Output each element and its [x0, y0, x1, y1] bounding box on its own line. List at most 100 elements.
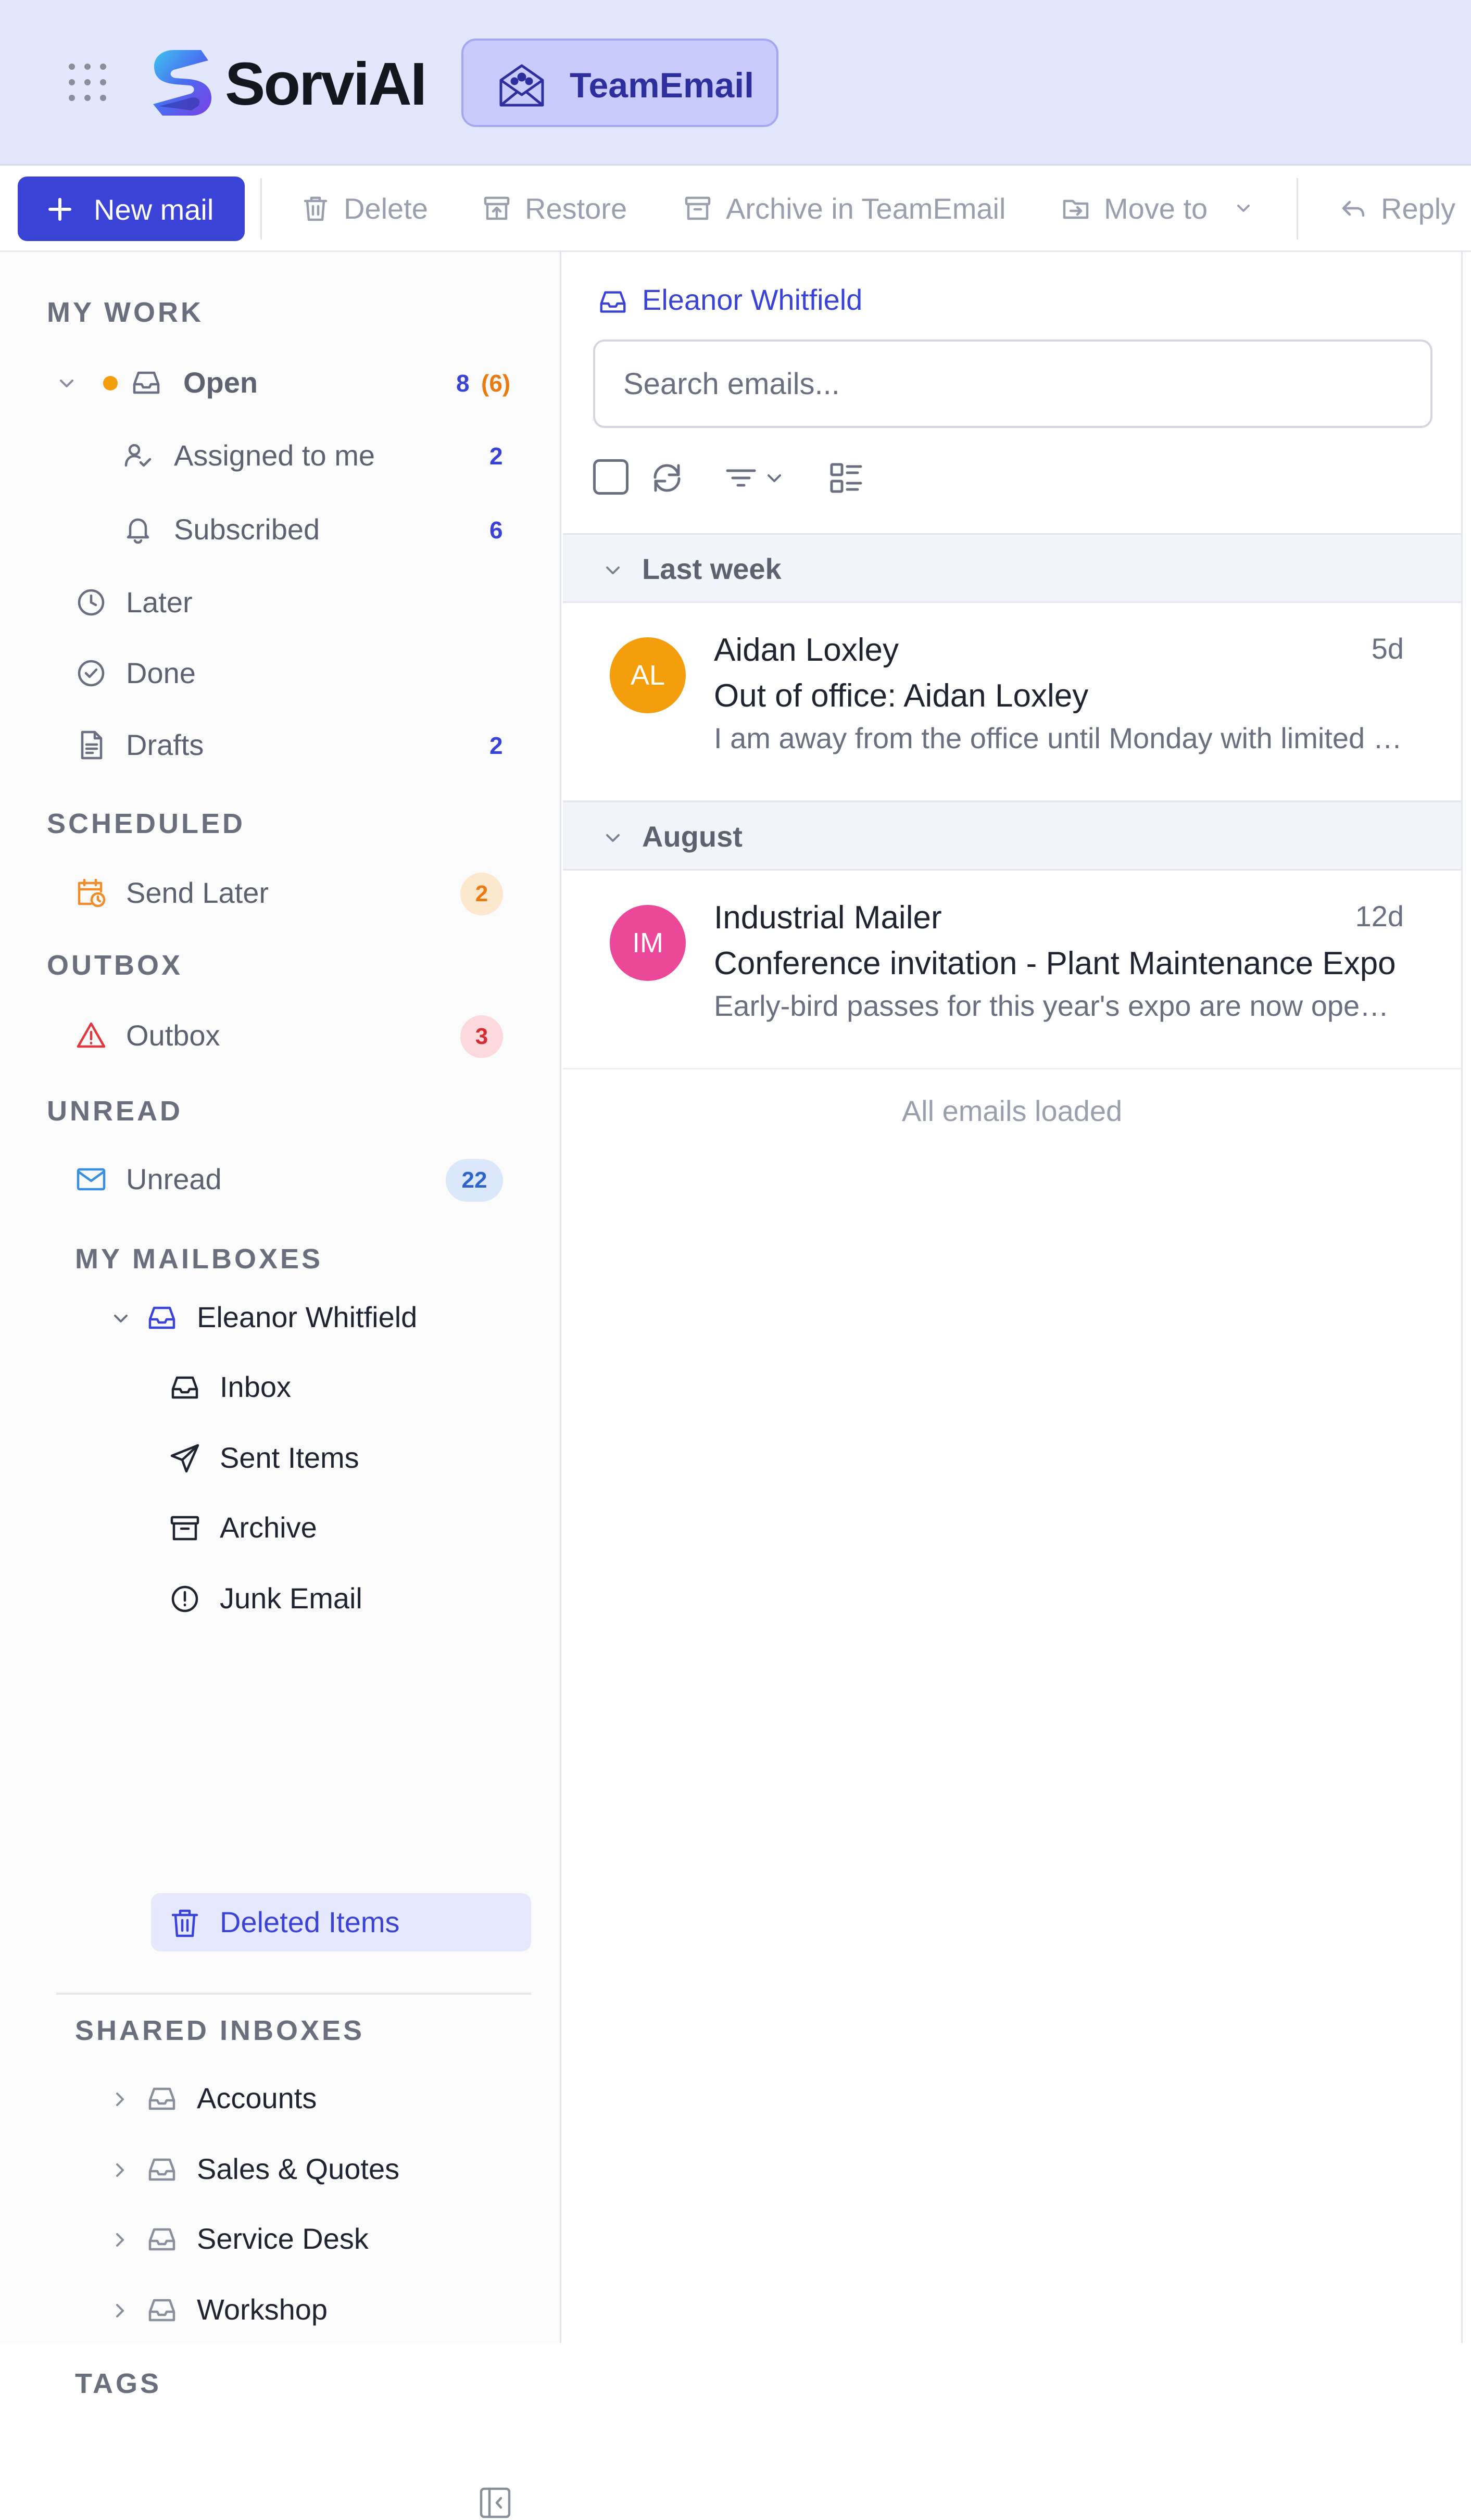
sidebar-item-label: Open: [183, 366, 258, 399]
restore-button[interactable]: Restore: [482, 186, 638, 231]
folder-sent-items[interactable]: Sent Items: [151, 1429, 531, 1487]
view-layout-icon[interactable]: [827, 459, 865, 497]
folder-inbox[interactable]: Inbox: [151, 1358, 531, 1416]
section-heading-unread: UNREAD: [47, 1095, 183, 1127]
warning-triangle-icon: [75, 1019, 107, 1052]
email-preview: Early-bird passes for this year's expo a…: [714, 989, 1404, 1022]
chevron-down-icon[interactable]: [55, 372, 78, 395]
reply-icon: [1338, 194, 1367, 223]
restore-icon: [482, 194, 511, 223]
sidebar-item-label: Unread: [126, 1163, 222, 1195]
filter-icon[interactable]: [722, 459, 760, 497]
teamemail-app-switch[interactable]: TeamEmail: [461, 39, 778, 127]
sidebar-item-assigned-to-me[interactable]: Assigned to me 2: [0, 427, 542, 484]
chevron-right-icon[interactable]: [108, 2159, 131, 2182]
section-heading-tags: TAGS: [75, 2368, 161, 2399]
section-heading-my-mailboxes: MY MAILBOXES: [75, 1243, 323, 1275]
email-subject: Out of office: Aidan Loxley: [714, 678, 1089, 714]
sidebar-item-label: Outbox: [126, 1019, 220, 1052]
new-mail-label: New mail: [94, 193, 214, 226]
chevron-down-icon: [601, 559, 624, 582]
chevron-right-icon[interactable]: [108, 2299, 131, 2322]
refresh-icon[interactable]: [648, 459, 686, 497]
sidebar-item-subscribed[interactable]: Subscribed 6: [0, 501, 542, 558]
reply-label: Reply: [1381, 192, 1456, 225]
new-mail-button[interactable]: New mail: [18, 177, 245, 241]
move-folder-icon: [1061, 194, 1090, 223]
group-header-last-week[interactable]: Last week: [563, 533, 1461, 603]
mailbox-eleanor-whitfield[interactable]: Eleanor Whitfield: [0, 1288, 542, 1346]
collapse-sidebar-icon[interactable]: [478, 2486, 512, 2520]
drafts-count: 2: [489, 732, 503, 759]
section-heading-my-work: MY WORK: [47, 297, 204, 328]
folder-deleted-items[interactable]: Deleted Items: [151, 1893, 531, 1951]
alert-circle-icon: [169, 1583, 201, 1615]
sidebar-item-outbox[interactable]: Outbox 3: [0, 1007, 542, 1064]
shared-inbox-label: Accounts: [197, 2082, 317, 2114]
sidebar-divider: [56, 1993, 531, 1995]
inbox-icon: [146, 2083, 178, 2115]
select-all-checkbox[interactable]: [593, 459, 628, 495]
user-check-icon: [122, 439, 154, 472]
sidebar-item-send-later[interactable]: Send Later 2: [0, 864, 542, 922]
mailbox-owner-label: Eleanor Whitfield: [197, 1301, 418, 1333]
folder-label: Inbox: [220, 1370, 291, 1403]
move-to-button[interactable]: Move to: [1061, 186, 1259, 231]
sidebar: MY WORK Open 8 (6) Assigned to me 2 Subs…: [0, 252, 561, 2518]
open-status-dot: [103, 376, 118, 390]
shared-inbox-label: Sales & Quotes: [197, 2152, 400, 2185]
sidebar-item-label: Assigned to me: [174, 439, 375, 472]
app-launcher-icon[interactable]: [67, 61, 108, 103]
sorviai-logo-icon: [144, 46, 217, 120]
folder-label: Sent Items: [220, 1441, 359, 1474]
calendar-clock-icon: [75, 877, 107, 909]
folder-junk-email[interactable]: Junk Email: [151, 1569, 531, 1628]
shared-inbox-label: Service Desk: [197, 2222, 369, 2255]
folder-archive[interactable]: Archive: [151, 1498, 531, 1557]
document-icon: [75, 729, 107, 761]
sidebar-item-open[interactable]: Open 8 (6): [0, 354, 542, 411]
delete-label: Delete: [344, 192, 428, 225]
sidebar-item-label: Done: [126, 657, 196, 689]
shared-inbox-label: Workshop: [197, 2293, 328, 2326]
bell-icon: [122, 513, 154, 546]
move-to-label: Move to: [1104, 192, 1208, 225]
shared-inbox-accounts[interactable]: Accounts: [0, 2069, 542, 2127]
email-sender: Industrial Mailer: [714, 900, 942, 936]
reply-button[interactable]: Reply: [1338, 186, 1463, 231]
shared-inbox-workshop[interactable]: Workshop: [0, 2280, 542, 2339]
chevron-right-icon[interactable]: [108, 2088, 131, 2111]
search-input[interactable]: [593, 339, 1432, 428]
inbox-icon: [146, 2153, 178, 2186]
sidebar-item-done[interactable]: Done: [0, 645, 542, 702]
archive-icon: [169, 1512, 201, 1544]
action-toolbar: New mail Delete Restore Archive in TeamE…: [0, 166, 1471, 252]
inbox-icon: [169, 1371, 201, 1404]
archive-button[interactable]: Archive in TeamEmail: [683, 186, 1016, 231]
folder-label: Junk Email: [220, 1582, 362, 1615]
folder-label: Deleted Items: [220, 1906, 400, 1938]
sidebar-item-later[interactable]: Later: [0, 574, 542, 631]
assigned-count: 2: [489, 443, 503, 470]
check-circle-icon: [75, 657, 107, 689]
shared-inbox-service-desk[interactable]: Service Desk: [0, 2210, 542, 2268]
section-heading-shared-inboxes: SHARED INBOXES: [75, 2015, 365, 2046]
top-bar: SorviAI TeamEmail: [0, 0, 1471, 166]
email-row[interactable]: IM Industrial Mailer 12d Conference invi…: [563, 871, 1461, 1069]
avatar: IM: [610, 905, 686, 981]
avatar: AL: [610, 637, 686, 713]
chevron-down-icon[interactable]: [763, 467, 786, 489]
chevron-right-icon[interactable]: [108, 2228, 131, 2251]
chevron-down-icon[interactable]: [109, 1307, 132, 1330]
trash-icon: [169, 1907, 201, 1939]
sidebar-item-unread[interactable]: Unread 22: [0, 1151, 542, 1208]
chevron-down-icon: [1233, 198, 1254, 219]
group-header-august[interactable]: August: [563, 801, 1461, 871]
sidebar-item-drafts[interactable]: Drafts 2: [0, 716, 542, 774]
app-name: TeamEmail: [570, 66, 755, 105]
delete-button[interactable]: Delete: [301, 186, 436, 231]
chevron-down-icon: [601, 826, 624, 849]
brand-name: SorviAI: [225, 50, 427, 118]
email-row[interactable]: AL Aidan Loxley 5d Out of office: Aidan …: [563, 603, 1461, 802]
shared-inbox-sales-quotes[interactable]: Sales & Quotes: [0, 2140, 542, 2198]
